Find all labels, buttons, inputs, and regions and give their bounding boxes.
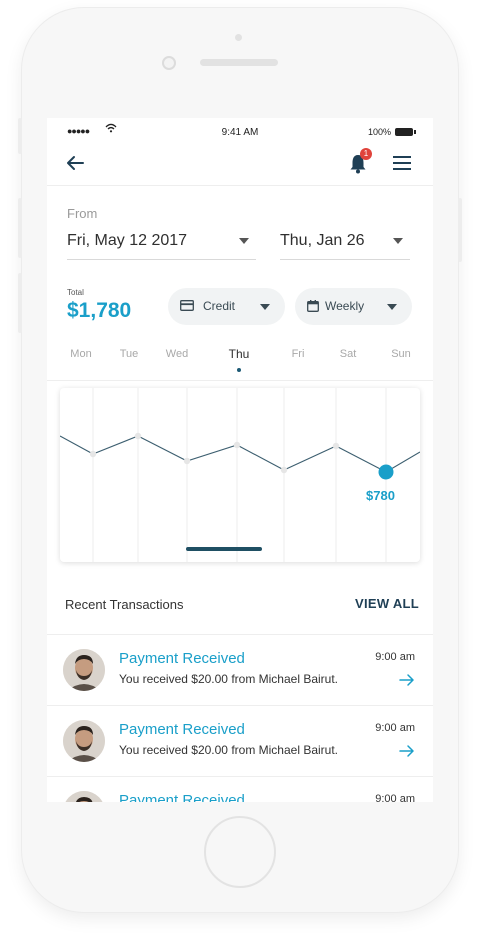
- tab-tue[interactable]: Tue: [109, 348, 149, 360]
- transaction-time: 9:00 am: [375, 722, 415, 734]
- recent-transactions-title: Recent Transactions: [65, 597, 184, 612]
- chart-point: [332, 442, 340, 450]
- tab-mon[interactable]: Mon: [61, 348, 101, 360]
- chart-grid: [92, 388, 387, 562]
- calendar-icon: [307, 300, 319, 312]
- total-label: Total: [67, 288, 84, 297]
- chart-highlighted-value: $780: [366, 488, 395, 503]
- avatar-image: [63, 791, 105, 802]
- credit-card-icon: [180, 300, 194, 311]
- chevron-down-icon: [393, 238, 403, 244]
- power-button: [458, 198, 462, 262]
- from-label: From: [67, 206, 98, 221]
- chevron-down-icon: [239, 238, 249, 244]
- top-navigation: 1: [47, 146, 433, 186]
- chart-card: $780: [60, 388, 420, 562]
- volume-down-button: [18, 273, 22, 333]
- total-amount: $1,780: [67, 299, 132, 322]
- chart-highlighted-point[interactable]: [378, 464, 394, 480]
- to-date-value: Thu, Jan 26: [280, 232, 365, 249]
- chart-point: [134, 432, 142, 440]
- avatar: [63, 791, 105, 802]
- transaction-row[interactable]: Payment Received You received $20.00 fro…: [47, 635, 433, 706]
- avatar: [63, 720, 105, 762]
- arrow-right-icon[interactable]: [399, 673, 415, 687]
- battery-icon: [395, 128, 416, 136]
- tab-thu[interactable]: Thu: [219, 347, 259, 361]
- front-camera: [162, 56, 176, 70]
- chart-point: [233, 441, 241, 449]
- to-date-select[interactable]: Thu, Jan 26: [280, 228, 410, 260]
- avatar-image: [63, 649, 105, 691]
- line-chart: [60, 388, 420, 562]
- type-selector-label: Credit: [203, 299, 236, 313]
- chart-scroll-handle[interactable]: [186, 547, 262, 551]
- chart-point: [280, 466, 288, 474]
- chevron-down-icon: [387, 304, 397, 310]
- chart-point: [89, 450, 97, 458]
- active-day-indicator: [237, 368, 241, 372]
- tab-wed[interactable]: Wed: [157, 348, 197, 360]
- transaction-time: 9:00 am: [375, 651, 415, 663]
- transaction-description: You received $20.00 from Michael Bairut.: [119, 672, 339, 686]
- transaction-time: 9:00 am: [375, 793, 415, 802]
- app-screen: ●●●●● 9:41 AM 100% 1 From Fri, May 12 20…: [47, 118, 433, 802]
- period-selector[interactable]: Weekly: [295, 288, 412, 325]
- avatar: [63, 649, 105, 691]
- day-tabs: Mon Tue Wed Thu Fri Sat Sun: [47, 346, 433, 378]
- arrow-right-icon[interactable]: [399, 744, 415, 758]
- transaction-title: Payment Received: [119, 650, 245, 667]
- period-selector-label: Weekly: [325, 299, 365, 313]
- tab-sat[interactable]: Sat: [328, 348, 368, 360]
- transaction-row[interactable]: Payment Received You received $20.00 fro…: [47, 706, 433, 777]
- earpiece-speaker: [200, 59, 278, 66]
- transaction-row[interactable]: Payment Received 9:00 am: [47, 777, 433, 802]
- chart-points: [89, 432, 340, 474]
- transaction-title: Payment Received: [119, 792, 245, 802]
- status-bar: ●●●●● 9:41 AM 100%: [47, 118, 433, 146]
- transaction-description: You received $20.00 from Michael Bairut.: [119, 743, 339, 757]
- chevron-down-icon: [260, 304, 270, 310]
- type-selector[interactable]: Credit: [168, 288, 285, 325]
- tab-sun[interactable]: Sun: [381, 348, 421, 360]
- hamburger-menu-icon[interactable]: [391, 153, 413, 173]
- avatar-image: [63, 720, 105, 762]
- volume-up-button: [18, 198, 22, 258]
- mute-switch: [18, 118, 22, 154]
- chart-point: [183, 457, 191, 465]
- transaction-title: Payment Received: [119, 721, 245, 738]
- battery-percentage: 100%: [367, 127, 391, 137]
- divider: [47, 380, 433, 381]
- back-arrow-icon[interactable]: [63, 151, 87, 175]
- chart-series-line: [60, 435, 420, 473]
- proximity-sensor: [235, 34, 242, 41]
- home-button[interactable]: [204, 816, 276, 888]
- view-all-link[interactable]: VIEW ALL: [355, 596, 419, 611]
- from-date-select[interactable]: Fri, May 12 2017: [67, 228, 256, 260]
- tab-fri[interactable]: Fri: [278, 348, 318, 360]
- from-date-value: Fri, May 12 2017: [67, 232, 188, 249]
- notification-badge: 1: [360, 148, 372, 160]
